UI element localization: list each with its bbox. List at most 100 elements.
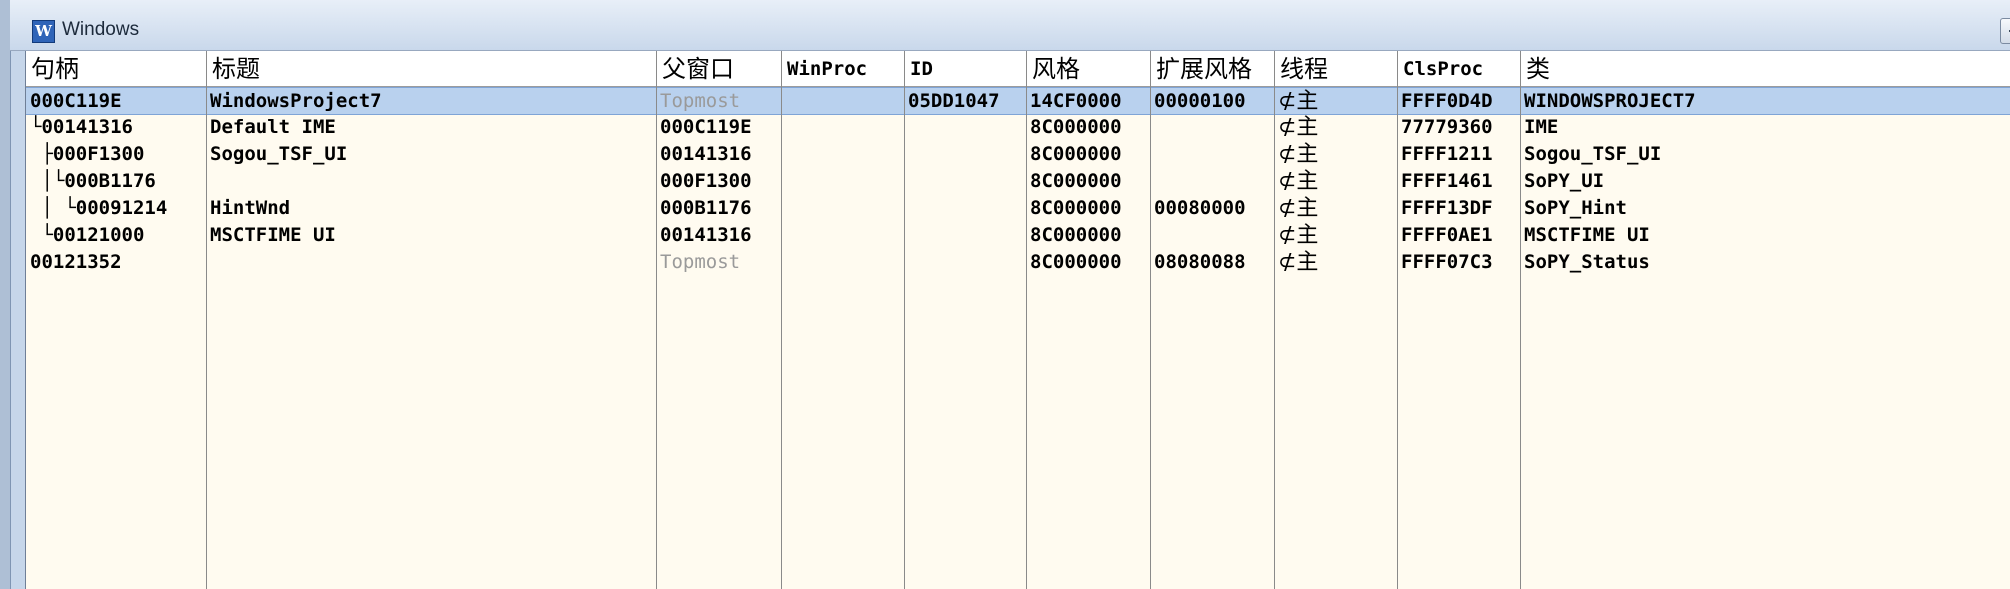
cell-handle: 000C119E [30, 90, 122, 112]
table-row[interactable]: └00121000 MSCTFIME UI 00141316 8C000000 ⊄主 FF… [26, 222, 2010, 249]
cell-thread: ⊄主 [1278, 250, 1319, 275]
cell-class: SoPY_Status [1524, 251, 1650, 273]
windows-table[interactable]: 句柄 标题 父窗口 WinProc ID 风格 扩展风格 线程 ClsProc … [25, 51, 2010, 589]
table-row[interactable]: │└000B1176 000F1300 8C000000 ⊄主 FFFF1461 SoPY… [26, 168, 2010, 195]
cell-winproc [783, 249, 904, 276]
window-left-border [0, 0, 11, 589]
cell-thread: ⊄主 [1278, 142, 1319, 167]
cell-style: 8C000000 [1030, 224, 1122, 246]
column-divider [1274, 86, 1275, 589]
cell-winproc [783, 141, 904, 168]
restore-button[interactable] [2000, 18, 2010, 44]
cell-exstyle: 00000100 [1154, 90, 1246, 112]
cell-handle: └00141316 [30, 116, 133, 138]
table-row[interactable]: └00141316 Default IME 000C119E 8C000000 ⊄主 77… [26, 114, 2010, 141]
cell-winproc [783, 222, 904, 249]
cell-title: Sogou_TSF_UI [210, 143, 348, 165]
cell-style: 8C000000 [1030, 197, 1122, 219]
table-row[interactable]: 000C119E WindowsProject7 Topmost 05DD1047 14… [26, 87, 2010, 115]
cell-clsproc: FFFF1461 [1401, 170, 1493, 192]
cell-handle: │ └00091214 [30, 197, 168, 219]
cell-style: 8C000000 [1030, 143, 1122, 165]
cell-parent: 000C119E [660, 116, 752, 138]
column-divider [1026, 86, 1027, 589]
col-header-id[interactable]: ID [905, 51, 1027, 86]
cell-parent: Topmost [660, 90, 741, 112]
cell-title [208, 168, 656, 195]
cell-thread: ⊄主 [1278, 89, 1319, 114]
cell-title: HintWnd [210, 197, 291, 219]
title-bar[interactable]: W Windows [10, 0, 2010, 51]
cell-clsproc: FFFF07C3 [1401, 251, 1493, 273]
cell-parent: Topmost [660, 251, 741, 273]
cell-handle: └00121000 [30, 224, 145, 246]
cell-id [906, 222, 1026, 249]
cell-clsproc: FFFF0D4D [1401, 90, 1493, 112]
cell-clsproc: 77779360 [1401, 116, 1493, 138]
cell-winproc [783, 88, 904, 115]
cell-exstyle [1152, 114, 1274, 141]
cell-title: Default IME [210, 116, 336, 138]
col-header-parent[interactable]: 父窗口 [657, 51, 782, 86]
col-header-class[interactable]: 类 [1521, 51, 2010, 86]
cell-id [906, 141, 1026, 168]
cell-exstyle: 08080088 [1154, 251, 1246, 273]
cell-thread: ⊄主 [1278, 196, 1319, 221]
column-divider [1520, 86, 1521, 589]
cell-class: Sogou_TSF_UI [1524, 143, 1662, 165]
cell-class: SoPY_Hint [1524, 197, 1627, 219]
cell-id [906, 168, 1026, 195]
cell-exstyle [1152, 222, 1274, 249]
cell-class: MSCTFIME UI [1524, 224, 1650, 246]
cell-parent: 000B1176 [660, 197, 752, 219]
table-header: 句柄 标题 父窗口 WinProc ID 风格 扩展风格 线程 ClsProc … [26, 51, 2010, 87]
cell-id [906, 195, 1026, 222]
cell-exstyle: 00080000 [1154, 197, 1246, 219]
table-row[interactable]: 00121352 Topmost 8C000000 08080088 ⊄主 FFFF07C… [26, 249, 2010, 276]
col-header-handle[interactable]: 句柄 [26, 51, 207, 86]
cell-style: 8C000000 [1030, 170, 1122, 192]
cell-title: WindowsProject7 [210, 90, 382, 112]
cell-clsproc: FFFF13DF [1401, 197, 1493, 219]
table-row[interactable]: ├000F1300 Sogou_TSF_UI 00141316 8C000000 ⊄主 F… [26, 141, 2010, 168]
cell-id [906, 114, 1026, 141]
column-divider [904, 86, 905, 589]
cell-clsproc: FFFF0AE1 [1401, 224, 1493, 246]
cell-style: 8C000000 [1030, 251, 1122, 273]
cell-class: WINDOWSPROJECT7 [1524, 90, 1696, 112]
cell-parent: 00141316 [660, 143, 752, 165]
cell-handle: 00121352 [30, 251, 122, 273]
column-divider [781, 86, 782, 589]
cell-thread: ⊄主 [1278, 169, 1319, 194]
col-header-thread[interactable]: 线程 [1275, 51, 1398, 86]
col-header-exstyle[interactable]: 扩展风格 [1151, 51, 1275, 86]
w-app-icon: W [32, 20, 55, 43]
window-frame: W Windows 句柄 标题 父窗口 WinProc ID 风格 扩展风格 线… [0, 0, 2010, 589]
col-header-winproc[interactable]: WinProc [782, 51, 905, 86]
cell-clsproc: FFFF1211 [1401, 143, 1493, 165]
cell-winproc [783, 168, 904, 195]
cell-thread: ⊄主 [1278, 223, 1319, 248]
column-divider [1150, 86, 1151, 589]
cell-style: 8C000000 [1030, 116, 1122, 138]
cell-winproc [783, 114, 904, 141]
col-header-style[interactable]: 风格 [1027, 51, 1151, 86]
table-row[interactable]: │ └00091214 HintWnd 000B1176 8C000000 000800… [26, 195, 2010, 222]
col-header-title[interactable]: 标题 [207, 51, 657, 86]
col-header-clsproc[interactable]: ClsProc [1398, 51, 1521, 86]
cell-style: 14CF0000 [1030, 90, 1122, 112]
cell-exstyle [1152, 141, 1274, 168]
cell-handle: │└000B1176 [30, 170, 156, 192]
cell-parent: 000F1300 [660, 170, 752, 192]
cell-exstyle [1152, 168, 1274, 195]
cell-title: MSCTFIME UI [210, 224, 336, 246]
cell-class: SoPY_UI [1524, 170, 1605, 192]
cell-thread: ⊄主 [1278, 115, 1319, 140]
cell-winproc [783, 195, 904, 222]
cell-id: 05DD1047 [908, 90, 1000, 112]
cell-class: IME [1524, 116, 1559, 138]
cell-id [906, 249, 1026, 276]
column-divider [1397, 86, 1398, 589]
column-divider [206, 86, 207, 589]
window-title: Windows [62, 19, 140, 40]
